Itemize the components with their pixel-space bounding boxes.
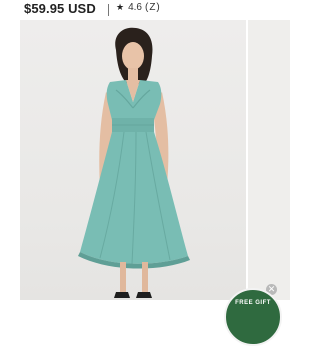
model-wearing-dress (78, 27, 190, 298)
price-bar: $59.95 USD ★ 4.6 (Z) (0, 0, 300, 20)
badge-label: FREE GIFT (235, 300, 271, 306)
free-gift-badge[interactable]: FREE GIFT (224, 288, 282, 346)
star-icon: ★ (116, 2, 125, 12)
product-rating[interactable]: ★ 4.6 (Z) (116, 2, 161, 13)
divider (108, 4, 109, 16)
product-gallery[interactable]: ✕ FREE GIFT (0, 20, 300, 346)
gallery-edge (290, 20, 300, 300)
product-price: $59.95 USD (24, 1, 96, 16)
rating-value: 4.6 (128, 2, 142, 13)
review-count: (Z) (144, 2, 161, 13)
next-image-peek[interactable] (248, 20, 290, 300)
product-image[interactable] (20, 20, 246, 300)
